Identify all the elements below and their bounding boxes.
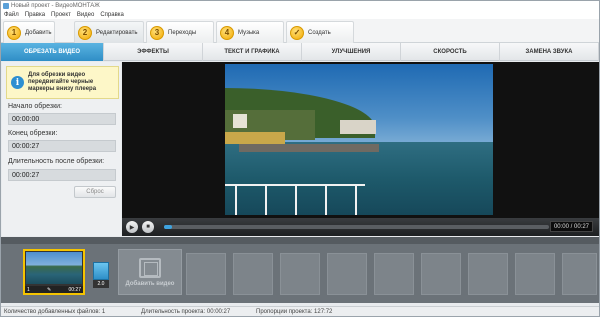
step-create[interactable]: ✓ Создать: [286, 21, 354, 43]
step-music[interactable]: 4 Музыка: [216, 21, 284, 43]
tab-text-graphics[interactable]: Текст и графика: [203, 43, 302, 61]
tab-effects[interactable]: Эффекты: [104, 43, 203, 61]
timeline-scrollbar[interactable]: [1, 237, 599, 244]
step-label: Редактировать: [96, 29, 138, 36]
trim-start-field[interactable]: 00:00:00: [8, 113, 116, 125]
step-number-icon: 3: [150, 25, 164, 40]
app-window: Новый проект - ВидеоМОНТАЖ Файл Правка П…: [0, 0, 600, 317]
step-transitions[interactable]: 3 Переходы: [146, 21, 214, 43]
menu-bar: Файл Правка Проект Видео Справка: [1, 10, 599, 19]
status-duration: Длительность проекта: 00:00:27: [141, 308, 231, 315]
empty-slot: [280, 253, 320, 295]
clip-thumbnail: [26, 252, 82, 284]
trim-end-field[interactable]: 00:00:27: [8, 140, 116, 152]
status-aspect: Пропорции проекта: 127:72: [256, 308, 333, 315]
edit-icon[interactable]: ✎: [47, 287, 51, 293]
menu-file[interactable]: Файл: [4, 12, 19, 18]
window-title: Новый проект - ВидеоМОНТАЖ: [11, 2, 100, 9]
menu-video[interactable]: Видео: [77, 12, 95, 18]
video-preview: [122, 62, 599, 218]
empty-slot: [374, 253, 414, 295]
trim-duration-field: 00:00:27: [8, 169, 116, 181]
seek-bar[interactable]: [164, 225, 549, 229]
player-controls: ▶ ■ 00:00 / 00:27: [122, 218, 599, 236]
time-display: 00:00 / 00:27: [549, 221, 593, 232]
empty-slot: [421, 253, 461, 295]
tab-speed[interactable]: Скорость: [401, 43, 500, 61]
step-number-icon: 4: [220, 25, 234, 40]
hint-text: Для обрезки видео передвигайте черные ма…: [28, 71, 97, 93]
tab-enhancements[interactable]: Улучшения: [302, 43, 401, 61]
step-label: Переходы: [168, 29, 197, 36]
menu-edit[interactable]: Правка: [25, 12, 45, 18]
checkmark-icon: ✓: [290, 25, 304, 40]
trim-duration-label: Длительность после обрезки:: [8, 158, 105, 165]
reset-button[interactable]: Сброс: [74, 186, 116, 198]
tab-trim-video[interactable]: Обрезать видео: [1, 43, 104, 61]
status-bar: Количество добавленных файлов: 1 Длитель…: [1, 306, 599, 316]
empty-slot: [233, 253, 273, 295]
title-bar: Новый проект - ВидеоМОНТАЖ: [1, 1, 599, 10]
step-edit[interactable]: 2 Редактировать: [74, 21, 144, 43]
trim-panel: i Для обрезки видео передвигайте черные …: [2, 62, 121, 236]
trim-start-label: Начало обрезки:: [8, 103, 62, 110]
transition-icon: [93, 262, 109, 280]
clip-duration: 00:27: [68, 286, 81, 293]
trim-hint: i Для обрезки видео передвигайте черные …: [6, 66, 119, 99]
timeline-clip[interactable]: 1 ✎ 00:27: [23, 249, 85, 295]
film-icon: [139, 257, 161, 278]
empty-slot: [515, 253, 555, 295]
clip-number: 1: [27, 286, 30, 293]
clip-info: 1 ✎ 00:27: [25, 286, 83, 293]
tab-replace-audio[interactable]: Замена звука: [500, 43, 599, 61]
trim-end-label: Конец обрезки:: [8, 130, 58, 137]
step-number-icon: 1: [7, 25, 21, 40]
app-icon: [3, 2, 9, 9]
stop-icon[interactable]: ■: [142, 221, 154, 233]
transition-block[interactable]: 2.0: [93, 262, 109, 288]
menu-project[interactable]: Проект: [51, 12, 71, 18]
step-label: Музыка: [238, 29, 260, 36]
empty-slot: [327, 253, 367, 295]
edit-subtabs: Обрезать видео Эффекты Текст и графика У…: [1, 43, 599, 61]
menu-help[interactable]: Справка: [100, 12, 124, 18]
empty-slot: [186, 253, 226, 295]
step-label: Добавить: [25, 29, 52, 36]
add-video-label: Добавить видео: [125, 280, 175, 287]
step-number-icon: 2: [78, 25, 92, 40]
transition-duration: 2.0: [93, 280, 109, 288]
seek-progress: [164, 225, 172, 229]
play-icon[interactable]: ▶: [126, 221, 138, 233]
step-tabs: 1 Добавить 2 Редактировать 3 Переходы 4 …: [1, 19, 599, 43]
empty-slot: [468, 253, 508, 295]
step-add[interactable]: 1 Добавить: [3, 21, 55, 43]
empty-slot: [562, 253, 597, 295]
storyboard: 1 ✎ 00:27 2.0 Добавить видео: [1, 237, 599, 303]
status-files: Количество добавленных файлов: 1: [4, 308, 106, 315]
video-frame: [225, 64, 493, 215]
step-label: Создать: [308, 29, 331, 36]
add-video-button[interactable]: Добавить видео: [118, 249, 182, 295]
info-icon: i: [11, 76, 24, 89]
